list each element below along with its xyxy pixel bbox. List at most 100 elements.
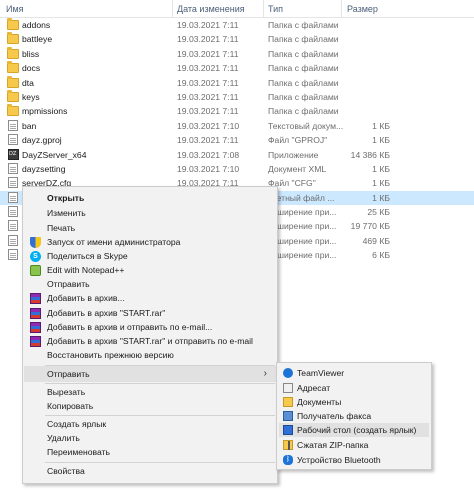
file-row[interactable]: dayz.gproj 19.03.2021 7:11 Файл "GPROJ" 1 К… bbox=[0, 133, 474, 147]
menu-item-edit-notepad[interactable]: Edit with Notepad++ bbox=[25, 263, 275, 277]
documents-folder-icon bbox=[283, 397, 293, 407]
file-date: 19.03.2021 7:11 bbox=[177, 48, 239, 59]
file-type: Документ XML bbox=[268, 163, 327, 174]
document-icon bbox=[8, 162, 18, 174]
menu-item-restore-version[interactable]: Восстановить прежнюю версию bbox=[25, 348, 275, 362]
column-type[interactable]: Тип bbox=[268, 4, 283, 14]
file-row[interactable]: dta 19.03.2021 7:11 Папка с файлами bbox=[0, 75, 474, 90]
file-type: Папка с файлами bbox=[268, 63, 339, 74]
file-row[interactable]: dayzsetting 19.03.2021 7:10 Документ XML 1 … bbox=[0, 162, 474, 176]
file-date: 19.03.2021 7:11 bbox=[177, 91, 239, 102]
file-row[interactable]: keys 19.03.2021 7:11 Папка с файлами bbox=[0, 89, 474, 104]
file-date: 19.03.2021 7:11 bbox=[177, 135, 239, 146]
submenu-item-documents[interactable]: Документы bbox=[279, 395, 429, 409]
skype-icon: S bbox=[30, 251, 41, 262]
submenu-item-zip[interactable]: Сжатая ZIP-папка bbox=[279, 438, 429, 452]
send-to-submenu: TeamViewer Адресат Документы Получатель … bbox=[276, 362, 432, 470]
file-date: 19.03.2021 7:11 bbox=[177, 106, 239, 117]
document-icon bbox=[8, 119, 18, 131]
file-name: dayzsetting bbox=[22, 163, 66, 174]
file-type: Папка с файлами bbox=[268, 77, 339, 88]
file-type: Папка с файлами bbox=[268, 34, 339, 45]
menu-item-open[interactable]: Открыть bbox=[25, 191, 275, 205]
column-name[interactable]: Имя bbox=[6, 4, 24, 14]
menu-item-share-skype[interactable]: S Поделиться в Skype bbox=[25, 249, 275, 263]
menu-item-add-archive-email[interactable]: Добавить в архив и отправить по e-mail..… bbox=[25, 320, 275, 334]
file-size: 1 КБ bbox=[372, 163, 390, 174]
teamviewer-icon bbox=[283, 368, 293, 378]
submenu-item-teamviewer[interactable]: TeamViewer bbox=[279, 366, 429, 380]
document-icon bbox=[8, 234, 18, 246]
column-divider[interactable] bbox=[341, 0, 342, 18]
menu-item-cut[interactable]: Вырезать bbox=[25, 385, 275, 399]
folder-icon bbox=[7, 89, 19, 102]
file-type: Текстовый докум... bbox=[268, 120, 344, 131]
menu-item-delete[interactable]: Удалить bbox=[25, 431, 275, 445]
column-size[interactable]: Размер bbox=[347, 4, 378, 14]
submenu-item-bluetooth[interactable]: ᛒ Устройство Bluetooth bbox=[279, 453, 429, 467]
file-row[interactable]: docs 19.03.2021 7:11 Папка с файлами bbox=[0, 61, 474, 75]
file-size: 6 КБ bbox=[372, 250, 390, 261]
menu-item-run-as-admin[interactable]: Запуск от имени администратора bbox=[25, 235, 275, 249]
file-type: асширение при... bbox=[268, 221, 337, 232]
context-menu: Открыть Изменить Печать Запуск от имени … bbox=[22, 186, 278, 484]
winrar-icon bbox=[30, 336, 41, 347]
file-type: Папка с файлами bbox=[268, 91, 339, 102]
document-icon bbox=[8, 220, 18, 232]
dayz-exe-icon bbox=[8, 148, 19, 160]
file-row[interactable]: ban 19.03.2021 7:10 Текстовый докум... 1 КБ bbox=[0, 119, 474, 133]
file-size: 25 КБ bbox=[367, 207, 390, 218]
winrar-icon bbox=[30, 293, 41, 304]
submenu-item-fax[interactable]: Получатель факса bbox=[279, 409, 429, 423]
file-name: DayZServer_x64 bbox=[22, 149, 87, 160]
column-divider[interactable] bbox=[263, 0, 264, 18]
file-date: 19.03.2021 7:11 bbox=[177, 20, 239, 30]
file-row[interactable]: bliss 19.03.2021 7:11 Папка с файлами bbox=[0, 46, 474, 61]
submenu-item-addressee[interactable]: Адресат bbox=[279, 381, 429, 395]
zip-folder-icon bbox=[283, 440, 293, 450]
file-row[interactable]: mpmissions 19.03.2021 7:11 Папка с файлами bbox=[0, 104, 474, 118]
contact-icon bbox=[283, 383, 293, 393]
file-name: addons bbox=[22, 20, 51, 30]
file-date: 19.03.2021 7:11 bbox=[177, 77, 239, 88]
menu-item-copy[interactable]: Копировать bbox=[25, 399, 275, 413]
file-date: 19.03.2021 7:08 bbox=[177, 149, 240, 160]
file-row[interactable]: battleye 19.03.2021 7:11 Папка с файлами bbox=[0, 32, 474, 46]
file-row[interactable]: DayZServer_x64 19.03.2021 7:08 Приложение 1… bbox=[0, 148, 474, 162]
document-icon bbox=[8, 206, 18, 218]
submenu-item-desktop[interactable]: Рабочий стол (создать ярлык) bbox=[279, 423, 429, 437]
menu-item-send-to[interactable]: Отправить › bbox=[24, 366, 276, 382]
menu-item-send[interactable]: Отправить bbox=[25, 277, 275, 291]
file-date: 19.03.2021 7:11 bbox=[177, 63, 239, 74]
file-size: 14 386 КБ bbox=[350, 149, 390, 160]
menu-separator bbox=[45, 415, 275, 416]
file-name: keys bbox=[22, 91, 40, 102]
file-type: асширение при... bbox=[268, 250, 337, 261]
menu-item-add-start-rar[interactable]: Добавить в архив "START.rar" bbox=[25, 306, 275, 320]
file-type: асширение при... bbox=[268, 207, 337, 218]
column-divider[interactable] bbox=[172, 0, 173, 18]
menu-item-create-shortcut[interactable]: Создать ярлык bbox=[25, 417, 275, 431]
folder-icon bbox=[7, 75, 19, 88]
menu-separator bbox=[45, 462, 275, 463]
file-size: 1 КБ bbox=[372, 178, 390, 189]
file-type: Папка с файлами bbox=[268, 20, 339, 30]
document-icon bbox=[8, 134, 18, 146]
file-name: ban bbox=[22, 120, 37, 131]
notepad-plus-plus-icon bbox=[30, 265, 41, 276]
menu-item-add-start-rar-email[interactable]: Добавить в архив "START.rar" и отправить… bbox=[25, 334, 275, 348]
bluetooth-icon: ᛒ bbox=[283, 455, 293, 465]
column-date[interactable]: Дата изменения bbox=[177, 4, 245, 14]
menu-item-properties[interactable]: Свойства bbox=[25, 464, 275, 478]
menu-item-print[interactable]: Печать bbox=[25, 221, 275, 235]
folder-icon bbox=[7, 46, 19, 59]
admin-shield-icon bbox=[30, 237, 41, 248]
folder-icon bbox=[7, 104, 19, 117]
folder-icon bbox=[7, 32, 19, 45]
menu-item-edit[interactable]: Изменить bbox=[25, 206, 275, 220]
file-row[interactable]: addons 19.03.2021 7:11 Папка с файлами bbox=[0, 18, 474, 32]
file-size: 1 КБ bbox=[372, 135, 390, 146]
menu-item-rename[interactable]: Переименовать bbox=[25, 445, 275, 459]
menu-item-add-archive[interactable]: Добавить в архив... bbox=[25, 291, 275, 305]
chevron-right-icon: › bbox=[263, 368, 267, 379]
